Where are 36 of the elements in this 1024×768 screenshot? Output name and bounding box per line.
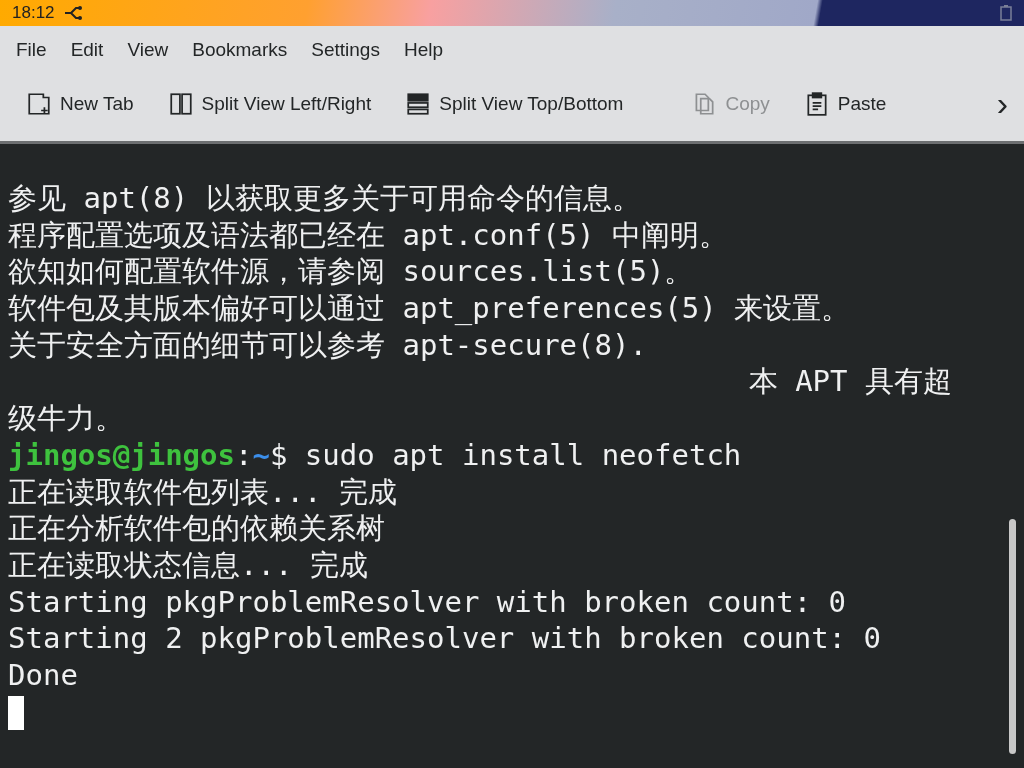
menu-item[interactable]: Help [391,39,455,61]
terminal-line: 本 APT 具有超 [748,363,952,401]
clock: 18:12 [12,3,55,23]
terminal-line: 程序配置选项及语法都已经在 apt.conf(5) 中阐明。 [8,216,728,254]
menu-item[interactable]: File [4,39,59,61]
terminal-line: 软件包及其版本偏好可以通过 apt_preferences(5) 来设置。 [8,290,851,327]
battery-icon [1000,5,1012,21]
terminal-line: 关于安全方面的细节可以参考 apt-secure(8). [8,326,647,364]
new-tab-icon [26,90,52,117]
prompt-path: ~ [252,436,270,474]
terminal-line: Starting 2 pkgProblemResolver with broken count: 0 [8,620,881,657]
terminal-line: 参见 apt(8) 以获取更多关于可用命令的信息。 [8,180,641,217]
menu-item[interactable]: Settings [299,39,392,61]
toolbar-button[interactable]: Paste [793,84,897,123]
toolbar-button[interactable]: Split View Top/Bottom [395,84,634,123]
terminal-line: 欲知如何配置软件源，请参阅 sources.list(5)。 [8,253,694,291]
network-icon [62,5,83,21]
terminal-line: 级牛力。 [8,400,124,437]
terminal-line: 正在读取状态信息... 完成 [8,546,368,584]
scrollbar[interactable] [1009,519,1016,754]
terminal-line: 正在分析软件包的依赖关系树 [8,510,385,547]
more-button[interactable]: › [992,84,1012,123]
toolbar-button[interactable]: New Tab [16,84,144,123]
menu-item[interactable]: Bookmarks [180,39,300,61]
menu-item[interactable]: Edit [58,39,116,61]
terminal-text: : [235,436,253,474]
toolbar-button[interactable]: Split View Left/Right [157,84,382,123]
terminal-line: Done [8,656,78,694]
terminal-line: 正在读取软件包列表... 完成 [8,473,397,511]
prompt-user: jingos@jingos [8,436,235,474]
split-columns-icon [167,90,194,117]
split-rows-icon [405,90,432,117]
terminal-line: Starting pkgProblemResolver with broken count: 0 [8,583,847,621]
text-cursor [8,695,24,730]
terminal-text: $ sudo apt install neofetch [269,436,742,474]
menu-item[interactable]: View [115,39,181,61]
